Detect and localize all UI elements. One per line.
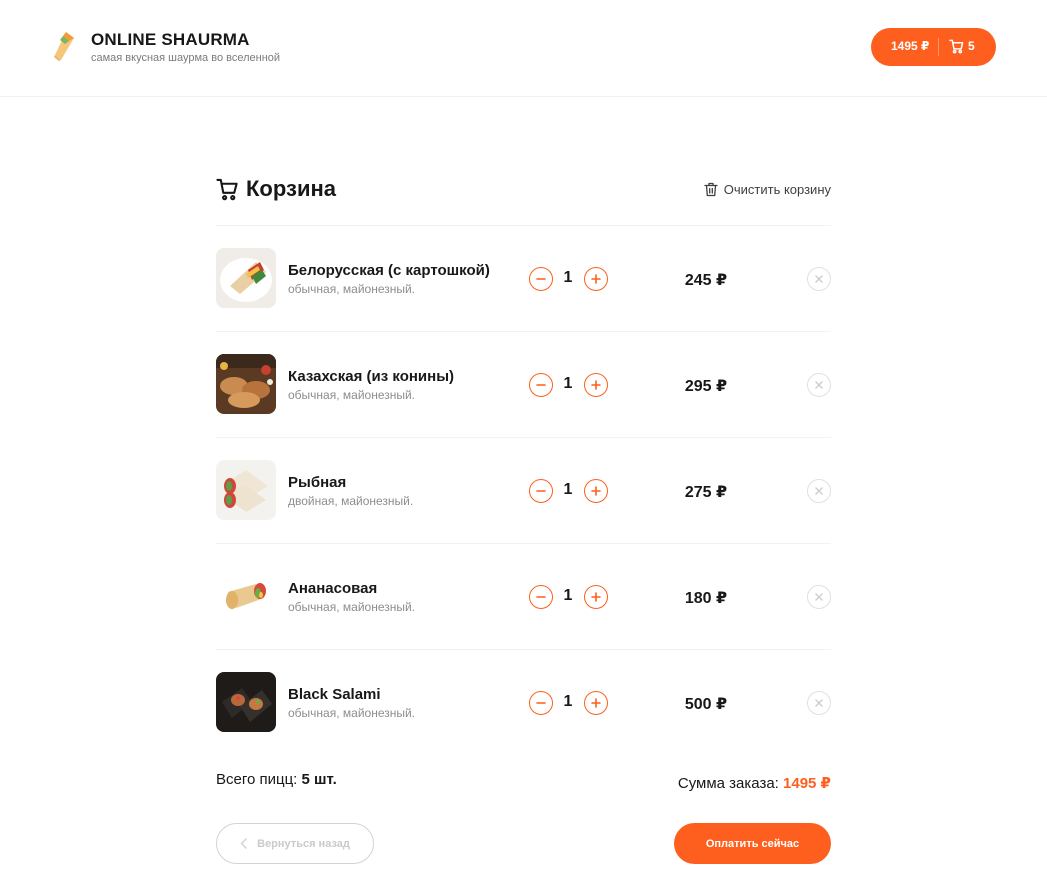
remove-item-button[interactable] xyxy=(807,267,831,291)
close-icon xyxy=(815,593,823,601)
minus-icon xyxy=(536,490,546,492)
cart-item: Казахская (из конины) обычная, майонезны… xyxy=(216,331,831,437)
cart-button-divider xyxy=(938,38,939,56)
item-description: обычная, майонезный. xyxy=(288,282,416,296)
close-icon xyxy=(815,275,823,283)
back-button[interactable]: Вернуться назад xyxy=(216,823,374,864)
item-image xyxy=(216,248,276,308)
total-count-label: Всего пицц: xyxy=(216,771,298,788)
shaurma-logo[interactable] xyxy=(52,30,76,62)
decrease-quantity-button[interactable] xyxy=(529,373,553,397)
back-button-label: Вернуться назад xyxy=(257,837,350,850)
decrease-quantity-button[interactable] xyxy=(529,267,553,291)
increase-quantity-button[interactable] xyxy=(584,267,608,291)
item-description: двойная, майонезный. xyxy=(288,494,414,508)
total-count: Всего пицц: 5 шт. xyxy=(216,771,337,788)
plus-icon xyxy=(591,592,601,602)
total-sum: Сумма заказа: 1495 ₽ xyxy=(678,774,831,792)
remove-item-button[interactable] xyxy=(807,373,831,397)
minus-icon xyxy=(536,384,546,386)
item-price: 180 ₽ xyxy=(684,590,728,607)
item-name: Black Salami xyxy=(288,686,381,703)
close-icon xyxy=(815,699,823,707)
chevron-left-icon xyxy=(240,838,247,849)
increase-quantity-button[interactable] xyxy=(584,479,608,503)
clear-cart-label: Очистить корзину xyxy=(723,182,831,197)
cart-summary: Всего пицц: 5 шт. Сумма заказа: 1495 ₽ xyxy=(216,771,831,795)
item-image xyxy=(216,460,276,520)
minus-icon xyxy=(536,596,546,598)
item-price: 295 ₽ xyxy=(684,378,728,395)
cart-item: Рыбная двойная, майонезный. 1 275 ₽ xyxy=(216,437,831,543)
pay-button-label: Оплатить сейчас xyxy=(705,837,800,850)
cart-icon xyxy=(949,39,964,54)
cart-item: Black Salami обычная, майонезный. 1 500 … xyxy=(216,649,831,755)
item-name: Рыбная xyxy=(288,474,347,491)
decrease-quantity-button[interactable] xyxy=(529,691,553,715)
header: ONLINE SHAURMA самая вкусная шаурма во в… xyxy=(0,0,1047,97)
pay-now-button[interactable]: Оплатить сейчас xyxy=(674,823,831,864)
item-quantity: 1 xyxy=(563,693,573,710)
cart-items-list: Белорусская (с картошкой) обычная, майон… xyxy=(216,225,831,755)
plus-icon xyxy=(591,486,601,496)
cart-title-row: Корзина Очистить корзину xyxy=(216,176,831,206)
increase-quantity-button[interactable] xyxy=(584,373,608,397)
header-cart-button[interactable]: 1495 ₽ 5 xyxy=(871,28,996,66)
item-quantity: 1 xyxy=(563,375,573,392)
total-count-value: 5 шт. xyxy=(301,771,337,788)
remove-item-button[interactable] xyxy=(807,479,831,503)
item-price: 500 ₽ xyxy=(684,696,728,713)
plus-icon xyxy=(591,274,601,284)
close-icon xyxy=(815,487,823,495)
brand-subtitle: самая вкусная шаурма во вселенной xyxy=(91,52,281,64)
trash-icon xyxy=(704,182,718,197)
increase-quantity-button[interactable] xyxy=(584,691,608,715)
cart-item: Ананасовая обычная, майонезный. 1 180 ₽ xyxy=(216,543,831,649)
remove-item-button[interactable] xyxy=(807,585,831,609)
total-sum-label: Сумма заказа: xyxy=(677,775,779,792)
item-image xyxy=(216,566,276,626)
item-description: обычная, майонезный. xyxy=(288,388,416,402)
cart-total-price: 1495 ₽ xyxy=(891,39,930,53)
plus-icon xyxy=(591,698,601,708)
item-quantity: 1 xyxy=(563,481,573,498)
item-name: Ананасовая xyxy=(288,580,378,597)
increase-quantity-button[interactable] xyxy=(584,585,608,609)
item-description: обычная, майонезный. xyxy=(288,706,416,720)
cart-icon xyxy=(216,178,238,201)
item-price: 275 ₽ xyxy=(684,484,728,501)
total-sum-value: 1495 ₽ xyxy=(783,775,831,792)
decrease-quantity-button[interactable] xyxy=(529,479,553,503)
item-image xyxy=(216,354,276,414)
cart-item: Белорусская (с картошкой) обычная, майон… xyxy=(216,225,831,331)
item-name: Казахская (из конины) xyxy=(288,368,455,385)
item-quantity: 1 xyxy=(563,269,573,286)
item-name: Белорусская (с картошкой) xyxy=(288,262,490,279)
remove-item-button[interactable] xyxy=(807,691,831,715)
minus-icon xyxy=(536,702,546,704)
item-price: 245 ₽ xyxy=(684,272,728,289)
close-icon xyxy=(815,381,823,389)
item-quantity: 1 xyxy=(563,587,573,604)
item-image xyxy=(216,672,276,732)
brand-title[interactable]: ONLINE SHAURMA xyxy=(91,30,250,50)
minus-icon xyxy=(536,278,546,280)
clear-cart-button[interactable]: Очистить корзину xyxy=(704,182,831,197)
decrease-quantity-button[interactable] xyxy=(529,585,553,609)
page-title: Корзина xyxy=(246,176,336,201)
item-description: обычная, майонезный. xyxy=(288,600,416,614)
plus-icon xyxy=(591,380,601,390)
cart-item-count: 5 xyxy=(968,39,975,53)
